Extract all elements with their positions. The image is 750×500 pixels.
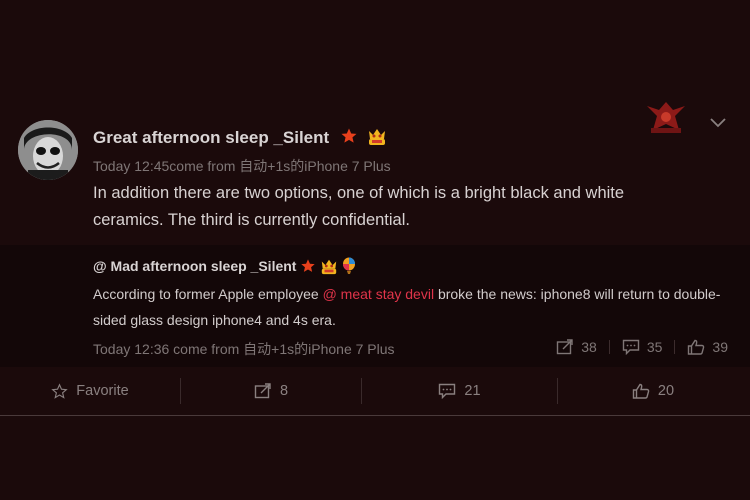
share-icon xyxy=(254,383,271,399)
post-text: In addition there are two options, one o… xyxy=(93,184,625,229)
repost-text: According to former Apple employee @ mea… xyxy=(93,286,721,328)
repost-user-name[interactable]: @ Mad afternoon sleep _Silent xyxy=(93,257,359,278)
repost-meta: Today 12:36 come from 自动+1s的iPhone 7 Plu… xyxy=(93,341,395,357)
badges xyxy=(340,126,391,151)
balloon-icon[interactable] xyxy=(342,257,356,278)
share-icon xyxy=(557,339,573,355)
repost-comment-stat[interactable]: 35 xyxy=(622,339,662,355)
reposted-content[interactable]: @ Mad afternoon sleep _Silent According … xyxy=(0,245,750,367)
vip-icon[interactable] xyxy=(319,257,339,278)
post-meta: Today 12:45come from 自动+1s的iPhone 7 Plus xyxy=(93,158,391,174)
star-icon[interactable] xyxy=(300,258,316,277)
like-button[interactable]: 20 xyxy=(558,367,748,415)
fan-badge-icon xyxy=(643,100,689,136)
comment-icon xyxy=(622,339,640,355)
weibo-post: Great afternoon sleep _Silent Today 12:4… xyxy=(0,0,750,500)
repost-share-stat[interactable]: 38 xyxy=(556,339,597,355)
star-outline-icon xyxy=(51,382,68,399)
stat-divider xyxy=(674,340,676,354)
avatar[interactable] xyxy=(18,120,78,180)
comment-button[interactable]: 21 xyxy=(362,367,557,415)
stat-divider xyxy=(608,340,610,354)
repost-like-stat[interactable]: 39 xyxy=(687,339,728,355)
star-icon[interactable] xyxy=(340,127,358,150)
repost-button[interactable]: 8 xyxy=(181,367,361,415)
favorite-button[interactable]: Favorite xyxy=(0,367,180,415)
repost-stats: 38 35 39 xyxy=(556,339,728,355)
action-bar: Favorite 8 21 20 xyxy=(0,367,750,416)
mention-link[interactable]: @ meat stay devil xyxy=(323,286,434,302)
chevron-down-icon[interactable] xyxy=(708,115,728,131)
vip-icon[interactable] xyxy=(366,126,388,151)
thumbs-up-icon xyxy=(632,383,650,399)
user-name[interactable]: Great afternoon sleep _Silent xyxy=(93,126,391,151)
comment-icon xyxy=(439,383,456,399)
thumbs-up-icon xyxy=(688,339,705,355)
